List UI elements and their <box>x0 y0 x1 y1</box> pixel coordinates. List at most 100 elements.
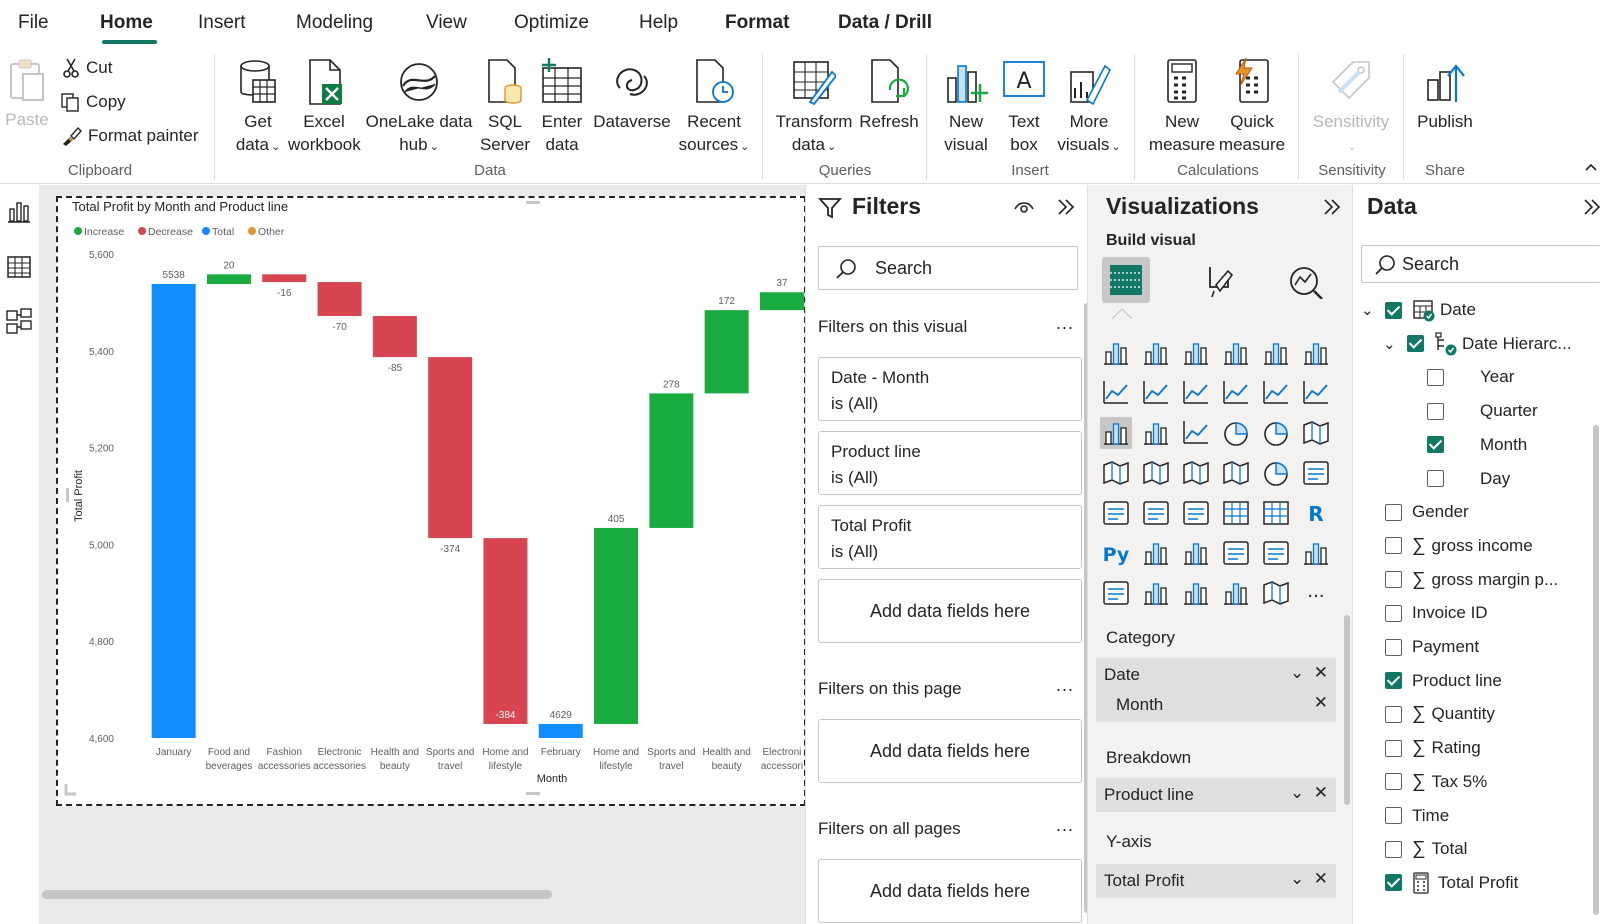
breakdown-well[interactable]: Product line ⌄ ✕ <box>1096 778 1336 812</box>
kpi-icon[interactable] <box>1140 497 1172 529</box>
chevron-down-icon[interactable]: ⌄ <box>1361 301 1381 319</box>
tab-data-drill[interactable]: Data / Drill <box>838 12 932 34</box>
more-visuals-button[interactable]: More visuals ⌄ <box>1056 58 1122 159</box>
bar-decrease[interactable] <box>372 315 417 358</box>
area-chart-icon[interactable] <box>1140 377 1172 409</box>
pie-chart-icon[interactable] <box>1220 417 1252 449</box>
data-field-gross-income[interactable]: ∑ gross income <box>1361 531 1533 561</box>
tab-insert[interactable]: Insert <box>198 12 246 34</box>
data-search-input[interactable]: Search <box>1361 245 1600 283</box>
field-checkbox[interactable] <box>1385 840 1402 858</box>
page-filters-dropzone[interactable]: Add data fields here <box>818 719 1082 783</box>
publish-button[interactable]: Publish <box>1412 58 1478 133</box>
bar-decrease[interactable] <box>262 274 307 283</box>
bar-decrease[interactable] <box>483 538 528 724</box>
bar-decrease[interactable] <box>428 357 473 539</box>
clustered-bar-chart-icon[interactable] <box>1180 337 1212 369</box>
format-painter-button[interactable]: Format painter <box>60 126 199 146</box>
eye-icon[interactable] <box>1013 199 1035 215</box>
data-field-rating[interactable]: ∑ Rating <box>1361 733 1481 763</box>
bar-total[interactable] <box>151 284 196 738</box>
cut-button[interactable]: Cut <box>62 58 112 78</box>
power-apps-icon[interactable] <box>1140 577 1172 609</box>
clustered-column-chart-icon[interactable] <box>1220 337 1252 369</box>
more-options-icon[interactable]: ... <box>1056 675 1074 696</box>
data-field-date-hierarc[interactable]: ⌄ Date Hierarc... <box>1383 329 1572 359</box>
field-checkbox[interactable] <box>1385 874 1402 892</box>
resize-handle-top[interactable] <box>526 201 540 204</box>
field-checkbox[interactable] <box>1385 739 1402 757</box>
data-field-invoice-id[interactable]: Invoice ID <box>1361 598 1488 628</box>
filter-card-product-line[interactable]: Product line is (All) <box>818 431 1082 495</box>
filters-search-input[interactable]: Search <box>818 246 1078 290</box>
field-checkbox[interactable] <box>1385 807 1402 824</box>
data-field-month[interactable]: Month <box>1427 430 1527 460</box>
tab-help[interactable]: Help <box>639 12 678 34</box>
y-axis-field[interactable]: Total Profit ⌄ ✕ <box>1096 866 1336 896</box>
sensitivity-button[interactable]: Sensitivity ⌄ <box>1306 58 1396 159</box>
analytics-icon[interactable] <box>1288 265 1324 299</box>
tab-home[interactable]: Home <box>100 12 153 34</box>
stacked-area-chart-icon[interactable] <box>1180 377 1212 409</box>
decomposition-tree-icon[interactable] <box>1180 537 1212 569</box>
100-stacked-column-chart-icon[interactable] <box>1300 337 1332 369</box>
100-stacked-bar-chart-icon[interactable] <box>1260 337 1292 369</box>
table-view-icon[interactable] <box>5 253 33 281</box>
resize-handle-corner[interactable] <box>64 784 76 796</box>
stacked-bar-chart-icon[interactable] <box>1100 337 1132 369</box>
filter-card-date-month[interactable]: Date - Month is (All) <box>818 357 1082 421</box>
data-field-date[interactable]: ⌄ Date <box>1361 295 1476 325</box>
treemap-icon[interactable] <box>1300 417 1332 449</box>
paginated-report-icon[interactable] <box>1100 577 1132 609</box>
enter-data-button[interactable]: Enter data <box>536 58 588 156</box>
recent-sources-button[interactable]: Recent sources ⌄ <box>674 58 754 159</box>
onelake-data-hub-button[interactable]: OneLake data hub ⌄ <box>364 58 474 159</box>
new-visual-button[interactable]: New visual <box>938 58 994 156</box>
table-icon[interactable] <box>1220 497 1252 529</box>
azure-map-icon[interactable] <box>1220 457 1252 489</box>
remove-field-icon[interactable]: ✕ <box>1314 693 1328 713</box>
field-checkbox[interactable] <box>1427 436 1444 454</box>
field-checkbox[interactable] <box>1407 335 1424 353</box>
get-data-button[interactable]: Get data ⌄ <box>228 58 288 159</box>
y-axis-well[interactable]: Total Profit ⌄ ✕ <box>1096 864 1336 898</box>
matrix-icon[interactable] <box>1260 497 1292 529</box>
tab-view[interactable]: View <box>426 12 467 34</box>
field-checkbox[interactable] <box>1385 773 1402 791</box>
fabric-icon[interactable] <box>1220 577 1252 609</box>
field-checkbox[interactable] <box>1385 705 1402 723</box>
tab-format[interactable]: Format <box>725 12 789 34</box>
report-view-icon[interactable] <box>5 197 33 225</box>
quick-measure-button[interactable]: Quick measure <box>1216 58 1288 156</box>
data-field-total[interactable]: ∑ Total <box>1361 834 1467 864</box>
bar-total[interactable] <box>538 723 583 738</box>
data-field-tax-5[interactable]: ∑ Tax 5% <box>1361 767 1487 797</box>
data-field-time[interactable]: Time <box>1361 801 1449 831</box>
collapse-visualizations-icon[interactable] <box>1322 197 1342 217</box>
collapse-filters-icon[interactable] <box>1056 197 1076 217</box>
bar-increase[interactable] <box>649 393 694 528</box>
breakdown-field[interactable]: Product line ⌄ ✕ <box>1096 780 1336 810</box>
paste-button[interactable]: Paste <box>4 58 50 131</box>
all-pages-filters-dropzone[interactable]: Add data fields here <box>818 859 1082 923</box>
visualizations-scrollbar[interactable] <box>1344 615 1350 805</box>
remove-field-icon[interactable]: ✕ <box>1314 663 1328 682</box>
tab-optimize[interactable]: Optimize <box>514 12 589 34</box>
more-visuals-icon[interactable]: ... <box>1300 577 1332 609</box>
ribbon-chart-icon[interactable] <box>1300 377 1332 409</box>
build-visual-tab[interactable] <box>1102 257 1150 303</box>
transform-data-button[interactable]: Transform data ⌄ <box>772 58 856 159</box>
stacked-column-chart-icon[interactable] <box>1140 337 1172 369</box>
field-checkbox[interactable] <box>1427 368 1444 386</box>
more-options-icon[interactable]: ... <box>1056 313 1074 334</box>
bar-increase[interactable] <box>704 310 749 394</box>
arcgis-icon[interactable] <box>1260 577 1292 609</box>
remove-field-icon[interactable]: ✕ <box>1314 869 1328 888</box>
funnel-chart-icon[interactable] <box>1140 417 1172 449</box>
card-icon[interactable] <box>1300 457 1332 489</box>
category-field-month[interactable]: Month ✕ <box>1096 690 1336 720</box>
smart-narrative-icon[interactable] <box>1260 537 1292 569</box>
more-options-icon[interactable]: ... <box>1056 815 1074 836</box>
copy-button[interactable]: Copy <box>60 92 126 112</box>
qa-icon[interactable] <box>1220 537 1252 569</box>
